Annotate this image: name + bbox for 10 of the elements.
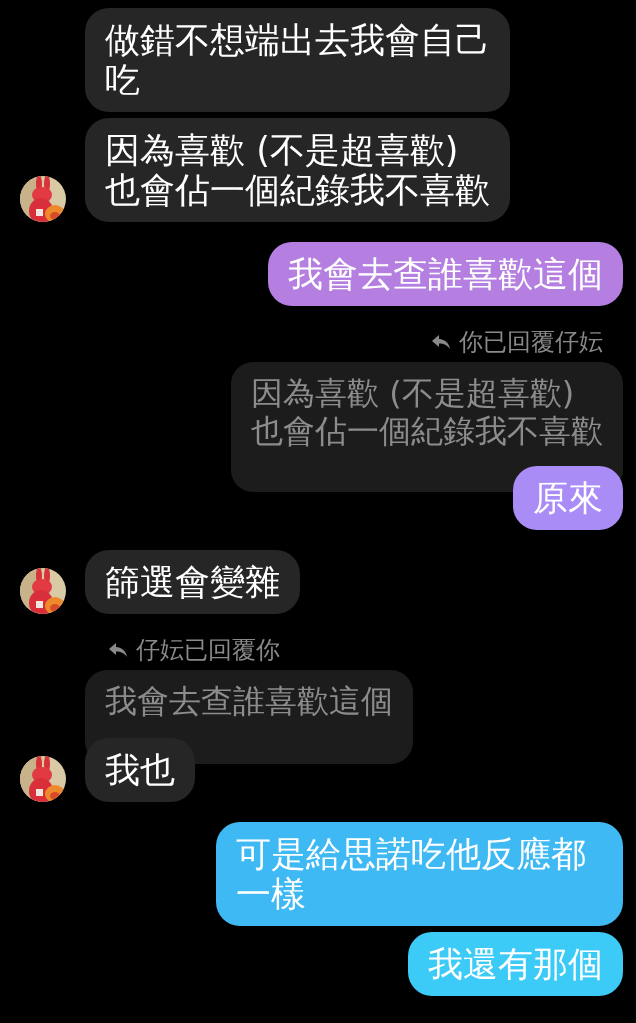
message-bubble: 篩選會變雜 (85, 550, 300, 614)
reply-icon (108, 642, 128, 658)
message-bubble: 我會去查誰喜歡這個 (268, 242, 623, 306)
reply-label: 你已回覆仔妘 (459, 327, 603, 358)
reply-label: 仔妘已回覆你 (136, 635, 280, 666)
message-bubble: 做錯不想端出去我會自己吃 (85, 8, 510, 112)
message-bubble: 我還有那個 (408, 932, 623, 996)
message-bubble: 可是給思諾吃他反應都一樣 (215, 822, 623, 926)
message-bubble: 因為喜歡 (不是超喜歡)也會佔一個紀錄我不喜歡 (85, 118, 510, 222)
reply-icon (431, 334, 451, 350)
